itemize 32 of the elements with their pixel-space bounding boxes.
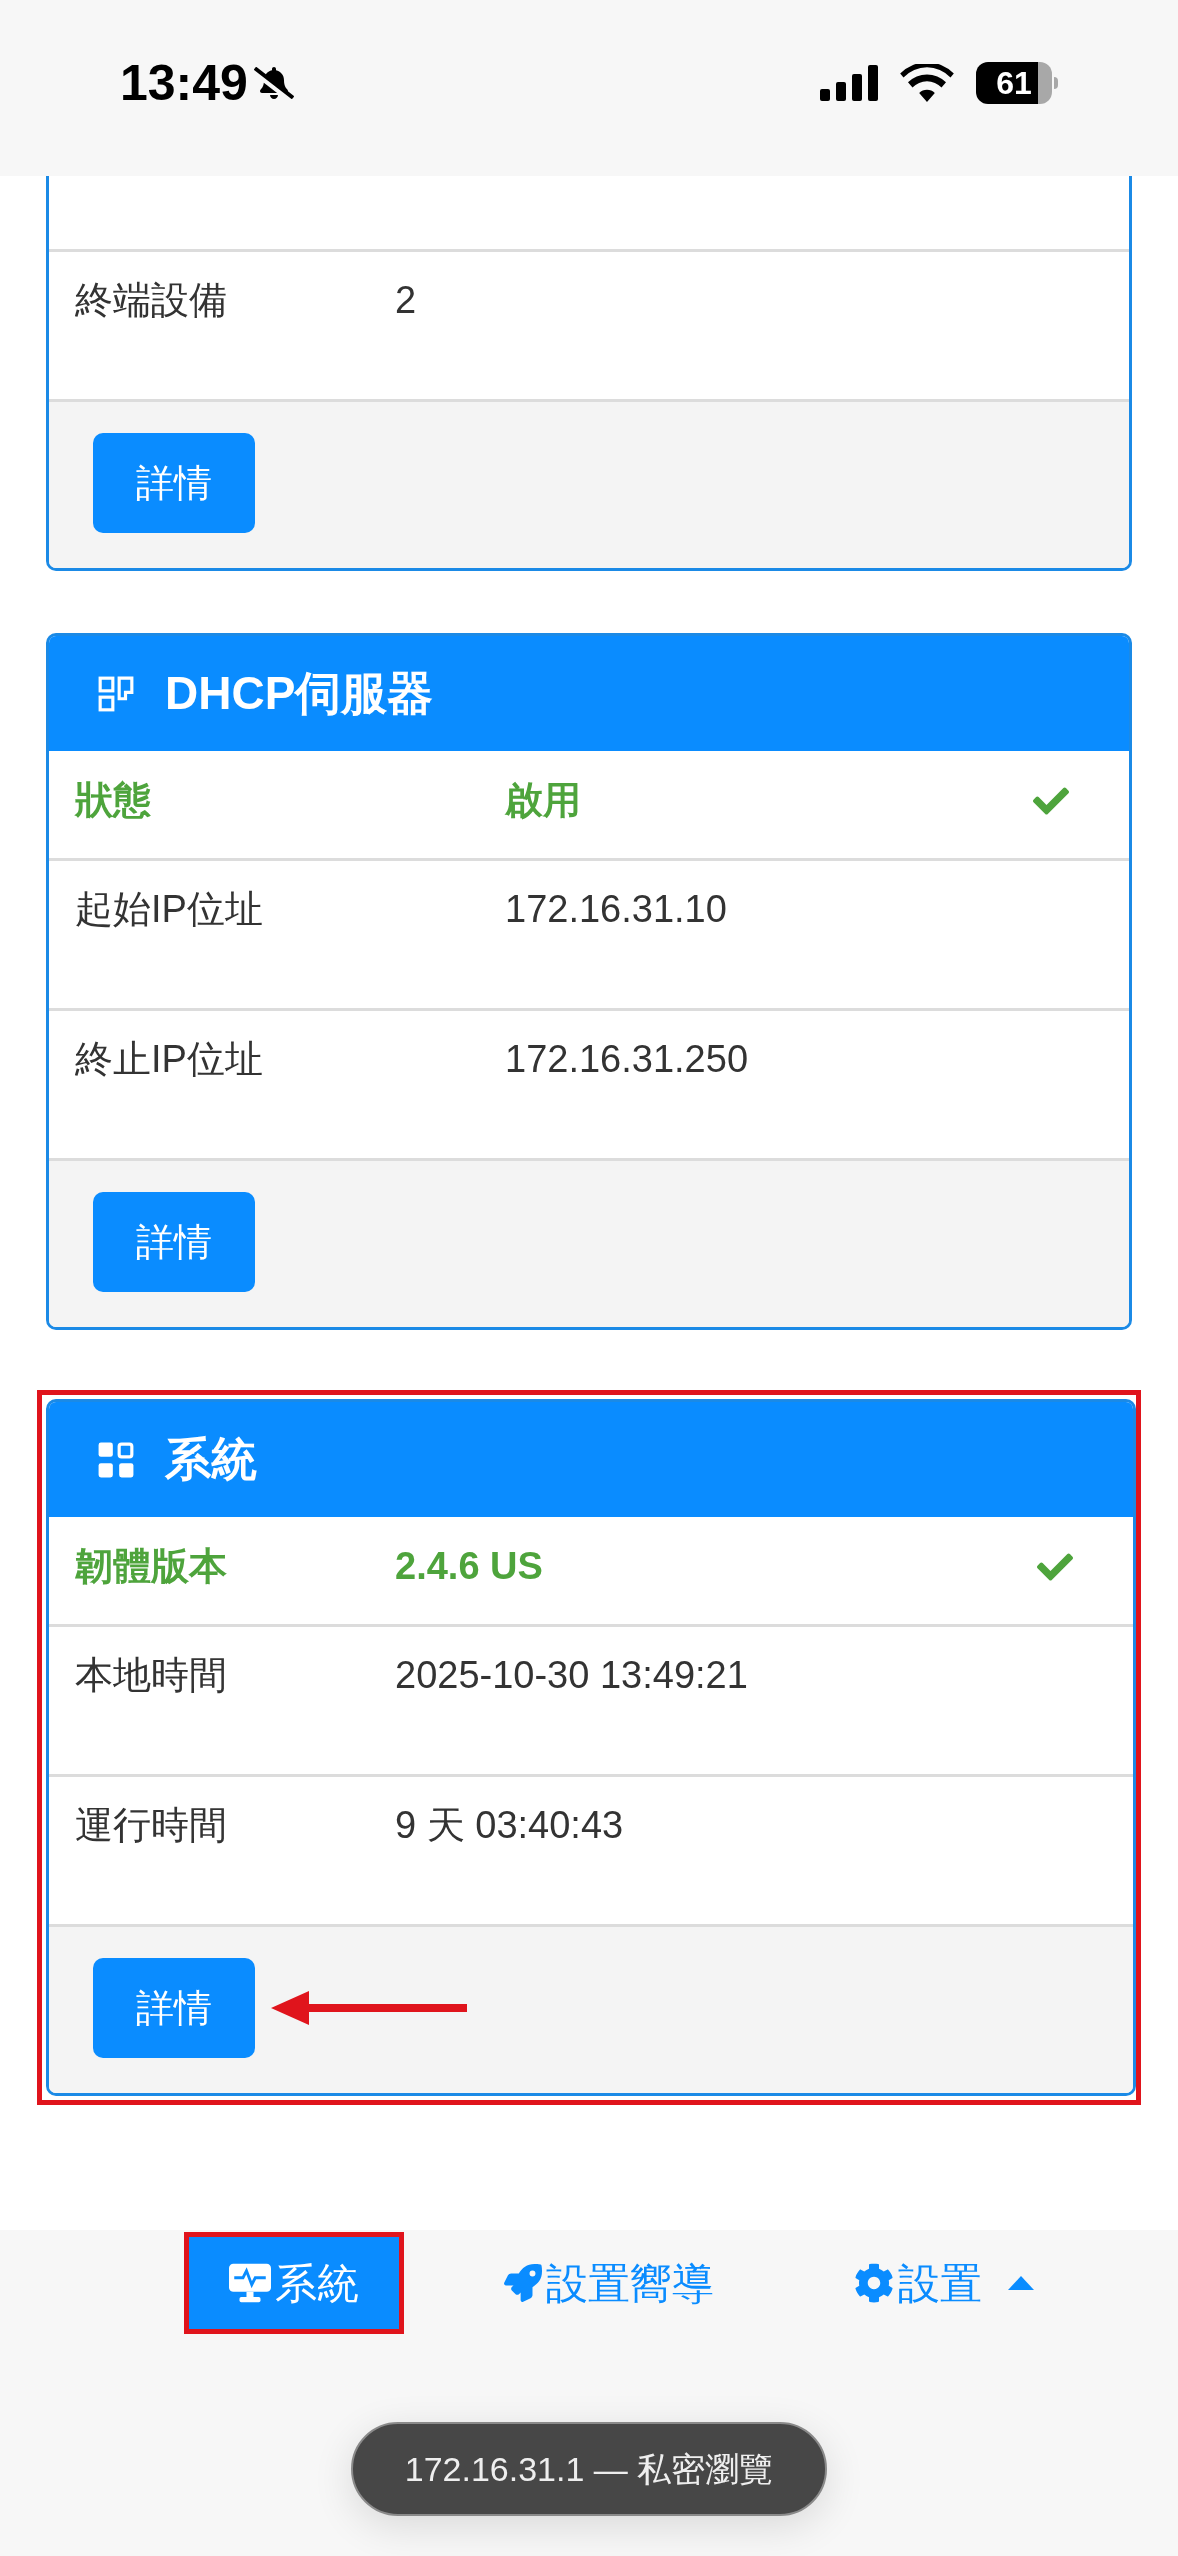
- rocket-icon: [504, 2264, 542, 2302]
- row-value: 172.16.31.250: [505, 1037, 749, 1082]
- address-text: 172.16.31.1 — 私密瀏覽: [404, 2448, 774, 2490]
- row-label: 狀態: [75, 778, 152, 823]
- row-label: 運行時間: [75, 1803, 228, 1848]
- server-icon: [97, 674, 135, 713]
- row-label: 起始IP位址: [75, 887, 264, 932]
- signal-icon: [820, 65, 878, 101]
- row-value: 2: [395, 278, 418, 323]
- wifi-icon: [900, 64, 954, 102]
- row-label: 終端設備: [75, 278, 228, 323]
- row-value: 9 天 03:40:43: [395, 1803, 625, 1848]
- details-button[interactable]: 詳情: [93, 1192, 255, 1292]
- row-value: 2.4.6 US: [395, 1544, 544, 1589]
- row-value: 2025-10-30 13:49:21: [395, 1653, 749, 1698]
- card-title: DHCP伺服器: [165, 666, 434, 721]
- row-label: 韌體版本: [75, 1544, 228, 1589]
- details-button[interactable]: 詳情: [93, 433, 255, 533]
- settings-icon: [854, 2263, 894, 2303]
- nav-tab[interactable]: 設置嚮導: [464, 2237, 754, 2329]
- row-value: 啟用: [505, 778, 582, 823]
- row-label: 終止IP位址: [75, 1037, 264, 1082]
- nav-tab[interactable]: 系統: [189, 2237, 399, 2329]
- row-label: 本地時間: [75, 1653, 228, 1698]
- clock-time: 13:49: [120, 53, 248, 113]
- nav-tab[interactable]: 設置: [814, 2237, 1074, 2329]
- details-button[interactable]: 詳情: [93, 1958, 255, 2058]
- monitor-pulse-icon: [229, 2263, 271, 2303]
- card-title: 系統: [165, 1432, 257, 1487]
- battery-percent: 61: [996, 64, 1032, 103]
- row-value: 172.16.31.10: [505, 887, 728, 932]
- grid-icon: [97, 1440, 135, 1479]
